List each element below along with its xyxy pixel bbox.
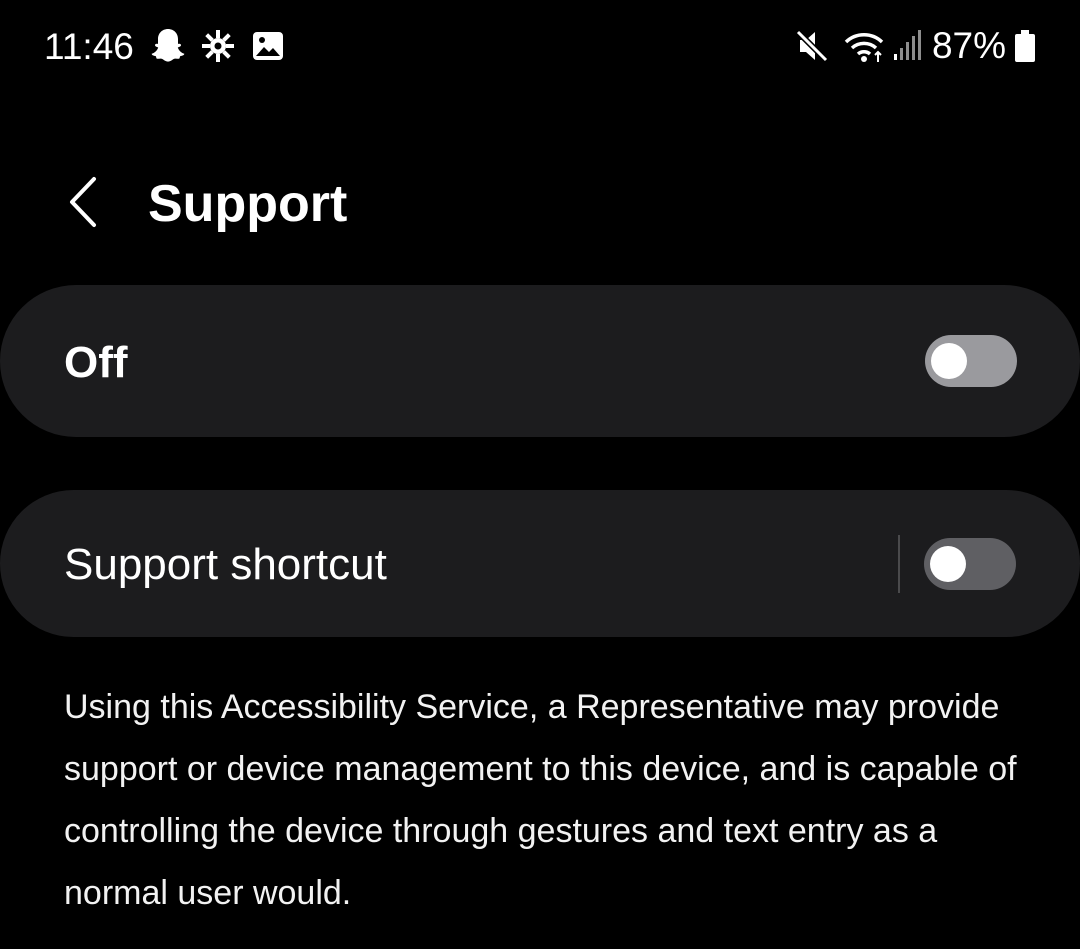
mute-icon bbox=[794, 26, 830, 66]
notification-icons bbox=[150, 27, 286, 65]
system-status-icons: 87% bbox=[794, 25, 1036, 67]
master-switch-card[interactable] bbox=[0, 285, 1080, 437]
chevron-left-icon bbox=[70, 177, 96, 227]
snapchat-icon bbox=[150, 27, 186, 65]
support-shortcut-toggle[interactable] bbox=[924, 538, 1016, 590]
toggle-knob bbox=[930, 546, 966, 582]
status-time: 11:46 bbox=[44, 26, 134, 67]
settings-burst-icon bbox=[200, 27, 236, 65]
support-screen: 11:46 87% Support Off Support shortcut U… bbox=[0, 0, 1080, 949]
status-bar: 11:46 87% bbox=[0, 0, 1080, 96]
back-button[interactable] bbox=[56, 172, 110, 232]
master-switch-label: Off bbox=[64, 338, 128, 387]
app-bar: Support bbox=[0, 160, 1080, 250]
support-shortcut-label: Support shortcut bbox=[64, 540, 387, 589]
wifi-icon bbox=[842, 26, 886, 66]
battery-icon bbox=[1014, 26, 1036, 66]
battery-percent: 87% bbox=[931, 25, 1006, 66]
gallery-icon bbox=[250, 27, 286, 65]
master-switch-toggle[interactable] bbox=[925, 335, 1017, 387]
shortcut-divider bbox=[898, 535, 900, 593]
page-title: Support bbox=[148, 175, 348, 233]
toggle-knob bbox=[931, 343, 967, 379]
service-description: Using this Accessibility Service, a Repr… bbox=[64, 688, 1017, 912]
signal-icon bbox=[892, 26, 922, 66]
